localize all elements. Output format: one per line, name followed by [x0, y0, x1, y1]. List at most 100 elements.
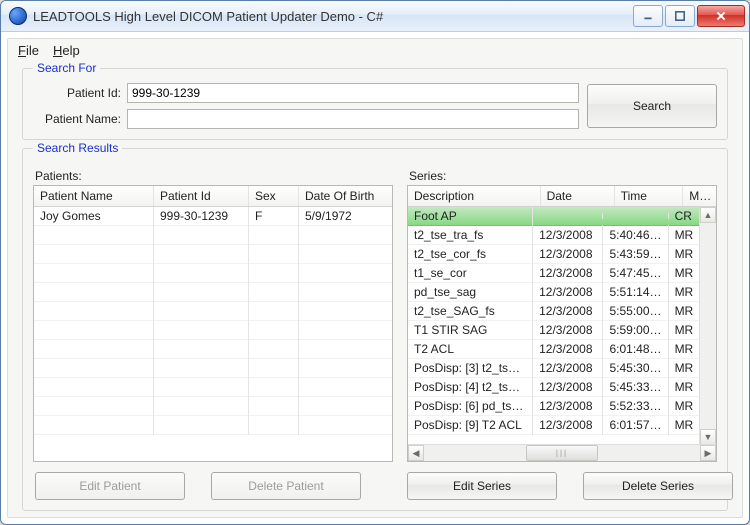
- cell: 999-30-1239: [154, 207, 249, 226]
- app-icon: [9, 7, 27, 25]
- titlebar[interactable]: LEADTOOLS High Level DICOM Patient Updat…: [1, 1, 749, 32]
- table-row[interactable]: [34, 359, 392, 378]
- cell: F: [249, 207, 299, 226]
- cell: Foot AP: [408, 207, 533, 226]
- table-row[interactable]: [34, 340, 392, 359]
- cell: MR: [669, 396, 700, 416]
- table-row[interactable]: t2_tse_SAG_fs12/3/20085:55:00.00MR: [408, 302, 700, 321]
- patients-listview[interactable]: Patient NamePatient IdSexDate Of Birth J…: [33, 185, 393, 462]
- patient-name-input[interactable]: [127, 109, 579, 129]
- cell: 5:40:46.00: [603, 225, 668, 245]
- cell: MR: [669, 339, 700, 359]
- cell: t2_tse_tra_fs: [408, 225, 533, 245]
- series-label: Series:: [409, 169, 717, 183]
- cell: 12/3/2008: [533, 358, 603, 378]
- window-title: LEADTOOLS High Level DICOM Patient Updat…: [33, 9, 633, 24]
- cell: CR: [669, 207, 700, 226]
- cell: 12/3/2008: [533, 396, 603, 416]
- table-row[interactable]: [34, 283, 392, 302]
- maximize-button[interactable]: [665, 5, 695, 27]
- table-row[interactable]: pd_tse_sag12/3/20085:51:14.00MR: [408, 283, 700, 302]
- table-row[interactable]: PosDisp: [6] pd_tse_sag12/3/20085:52:33.…: [408, 397, 700, 416]
- table-row[interactable]: t2_tse_tra_fs12/3/20085:40:46.00MR: [408, 226, 700, 245]
- patient-id-label: Patient Id:: [33, 86, 127, 100]
- menu-file[interactable]: File: [18, 43, 39, 58]
- table-row[interactable]: Foot AP CR: [408, 207, 700, 226]
- scrollbar-thumb[interactable]: [526, 445, 598, 461]
- cell: 12/3/2008: [533, 301, 603, 321]
- cell: T1 STIR SAG: [408, 320, 533, 340]
- cell: 12/3/2008: [533, 263, 603, 283]
- table-row[interactable]: [34, 226, 392, 245]
- scroll-left-icon[interactable]: ◀: [408, 445, 424, 461]
- patients-column-header[interactable]: Date Of Birth: [299, 186, 392, 206]
- table-row[interactable]: PosDisp: [3] t2_tse_tra_fs12/3/20085:45:…: [408, 359, 700, 378]
- delete-series-button[interactable]: Delete Series: [583, 472, 733, 500]
- cell: t2_tse_cor_fs: [408, 244, 533, 264]
- cell: 12/3/2008: [533, 282, 603, 302]
- scroll-up-icon[interactable]: ▲: [700, 207, 716, 223]
- search-for-legend: Search For: [33, 61, 100, 75]
- table-row[interactable]: Joy Gomes999-30-1239F5/9/1972: [34, 207, 392, 226]
- edit-patient-button[interactable]: Edit Patient: [35, 472, 185, 500]
- cell: 5/9/1972: [299, 207, 392, 226]
- patients-column-header[interactable]: Sex: [249, 186, 299, 206]
- table-row[interactable]: T2 ACL12/3/20086:01:48.00MR: [408, 340, 700, 359]
- table-row[interactable]: [34, 321, 392, 340]
- cell: 12/3/2008: [533, 339, 603, 359]
- cell: 5:52:33.00: [603, 396, 668, 416]
- series-horizontal-scrollbar[interactable]: ◀ ▶: [408, 444, 716, 461]
- search-results-legend: Search Results: [33, 141, 122, 155]
- close-button[interactable]: [697, 5, 745, 27]
- search-results-group: Search Results Patients: Patient NamePat…: [22, 148, 728, 511]
- patients-column-header[interactable]: Patient Name: [34, 186, 154, 206]
- patient-name-label: Patient Name:: [33, 112, 127, 126]
- cell: t1_se_cor: [408, 263, 533, 283]
- menu-help[interactable]: Help: [53, 43, 80, 58]
- cell: t2_tse_SAG_fs: [408, 301, 533, 321]
- table-row[interactable]: T1 STIR SAG12/3/20085:59:00.00MR: [408, 321, 700, 340]
- client-area: File Help Search For Patient Id: Patient…: [7, 38, 743, 518]
- cell: MR: [669, 244, 700, 264]
- table-row[interactable]: [34, 302, 392, 321]
- series-column-header[interactable]: Description: [408, 186, 541, 206]
- cell: PosDisp: [4] t2_tse_cor_fs: [408, 377, 533, 397]
- search-button[interactable]: Search: [587, 84, 717, 128]
- cell: MR: [669, 415, 700, 435]
- series-vertical-scrollbar[interactable]: ▲ ▼: [699, 207, 716, 445]
- cell: [533, 213, 603, 219]
- cell: 5:55:00.00: [603, 301, 668, 321]
- series-listview[interactable]: DescriptionDateTimeMod Foot APCRt2_tse_t…: [407, 185, 717, 462]
- cell: MR: [669, 320, 700, 340]
- search-for-group: Search For Patient Id: Patient Name: Sea…: [22, 68, 728, 140]
- series-column-header[interactable]: Time: [615, 186, 684, 206]
- cell: 6:01:48.00: [603, 339, 668, 359]
- minimize-button[interactable]: [633, 5, 663, 27]
- cell: MR: [669, 263, 700, 283]
- table-row[interactable]: t1_se_cor12/3/20085:47:45.00MR: [408, 264, 700, 283]
- table-row[interactable]: t2_tse_cor_fs12/3/20085:43:59.00MR: [408, 245, 700, 264]
- table-row[interactable]: [34, 378, 392, 397]
- delete-patient-button[interactable]: Delete Patient: [211, 472, 361, 500]
- patients-column-header[interactable]: Patient Id: [154, 186, 249, 206]
- table-row[interactable]: [34, 264, 392, 283]
- cell: MR: [669, 377, 700, 397]
- cell: MR: [669, 225, 700, 245]
- edit-series-button[interactable]: Edit Series: [407, 472, 557, 500]
- table-row[interactable]: PosDisp: [9] T2 ACL12/3/20086:01:57.00MR: [408, 416, 700, 435]
- patient-id-input[interactable]: [127, 83, 579, 103]
- table-row[interactable]: PosDisp: [4] t2_tse_cor_fs12/3/20085:45:…: [408, 378, 700, 397]
- cell: 12/3/2008: [533, 377, 603, 397]
- table-row[interactable]: [34, 397, 392, 416]
- cell: 12/3/2008: [533, 320, 603, 340]
- scroll-down-icon[interactable]: ▼: [700, 429, 716, 445]
- scroll-right-icon[interactable]: ▶: [700, 445, 716, 461]
- series-column-header[interactable]: Mod: [683, 186, 716, 206]
- cell: 5:45:30.00: [603, 358, 668, 378]
- series-column-header[interactable]: Date: [541, 186, 615, 206]
- cell: 12/3/2008: [533, 244, 603, 264]
- cell: [603, 213, 668, 219]
- table-row[interactable]: [34, 416, 392, 435]
- cell: MR: [669, 358, 700, 378]
- table-row[interactable]: [34, 245, 392, 264]
